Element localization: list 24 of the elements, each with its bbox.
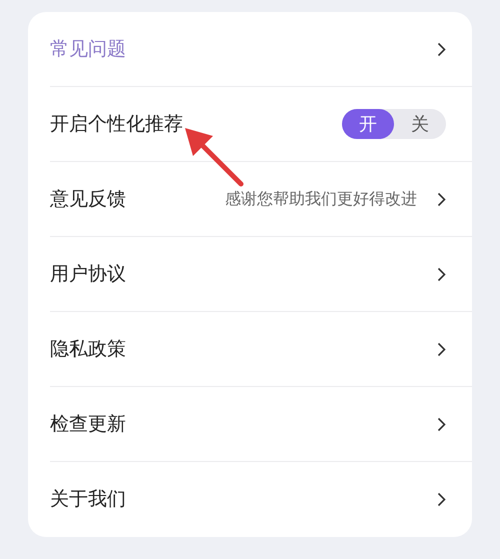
settings-row[interactable]: 隐私政策 (50, 312, 472, 387)
settings-row[interactable]: 关于我们 (50, 462, 472, 537)
row-label: 用户协议 (50, 262, 126, 287)
switch-option[interactable]: 关 (394, 109, 446, 139)
row-label: 关于我们 (50, 487, 126, 512)
segmented-switch[interactable]: 开 关 (342, 109, 446, 139)
chevron-right-icon (437, 492, 446, 507)
row-label: 检查更新 (50, 412, 126, 437)
arrow (183, 126, 245, 188)
row-label: 意见反馈 (50, 186, 126, 212)
settings-row[interactable]: 意见反馈 感谢您帮助我们更好得改进 (50, 162, 472, 237)
chevron-right-icon (437, 192, 446, 206)
switch-option[interactable]: 开 (342, 109, 394, 139)
chevron-right-icon (437, 342, 446, 356)
settings-row[interactable]: 检查更新 (50, 387, 472, 462)
chevron-right-icon (437, 266, 446, 282)
settings-row[interactable]: 用户协议 (50, 237, 472, 312)
row-label: 隐私政策 (50, 336, 126, 362)
row-hint: 感谢您帮助我们更好得改进 (225, 188, 417, 210)
row-label: 开启个性化推荐 (50, 112, 183, 137)
settings-row[interactable]: 常见问题 (50, 12, 472, 87)
chevron-right-icon (437, 42, 446, 56)
row-label: 常见问题 (50, 36, 126, 62)
chevron-right-icon (437, 416, 446, 432)
